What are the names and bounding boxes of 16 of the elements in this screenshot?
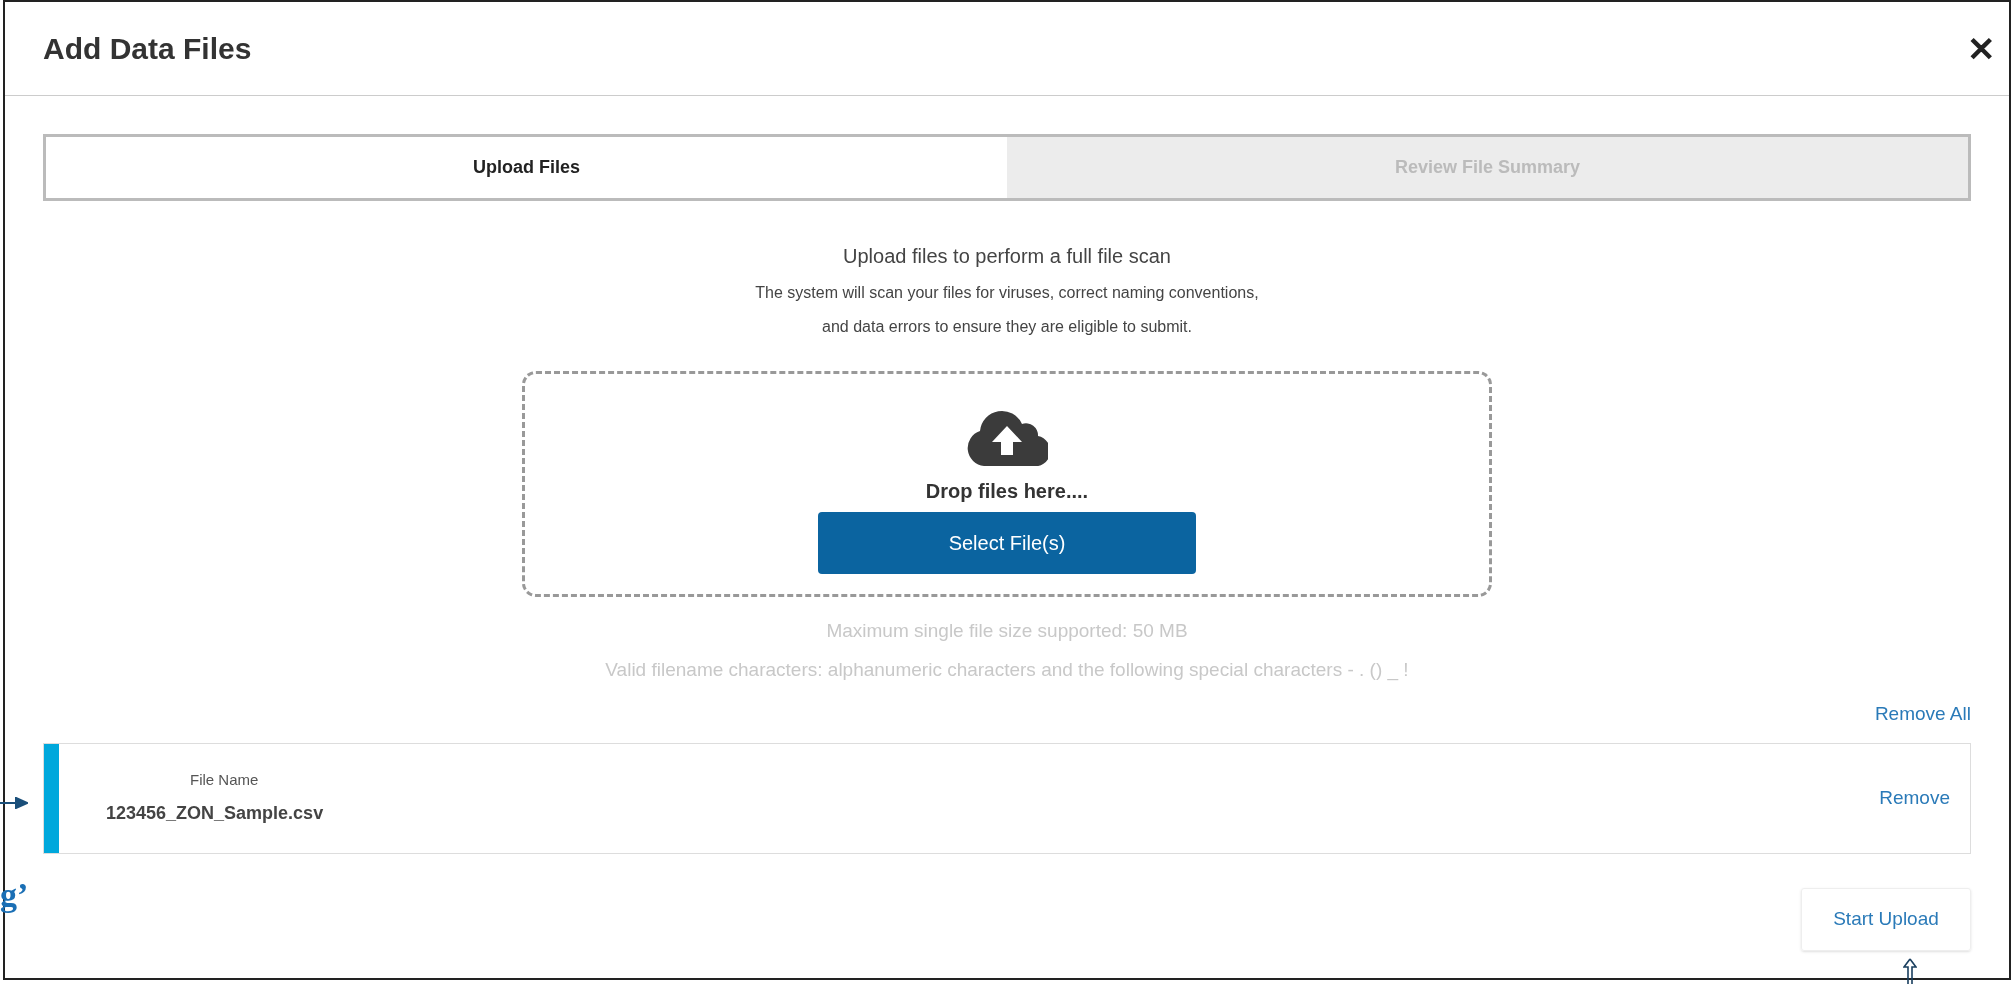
- select-files-button[interactable]: Select File(s): [818, 512, 1196, 574]
- dialog-title: Add Data Files: [43, 31, 252, 67]
- double-arrow-icon: [1903, 958, 1917, 984]
- intro-text: and data errors to ensure they are eligible to submit.: [822, 317, 1192, 337]
- remove-all-link[interactable]: Remove All: [1874, 700, 1971, 729]
- remove-link[interactable]: Remove: [1879, 783, 1950, 813]
- intro-heading: Upload files to perform a full file scan: [843, 244, 1171, 269]
- file-name: 123456_ZON_Sample.csv: [106, 801, 325, 825]
- close-button[interactable]: ✕: [1963, 31, 1999, 66]
- intro-text: The system will scan your files for viruses, correct naming conventions,: [755, 283, 1259, 303]
- drop-label: Drop files here....: [925, 479, 1089, 504]
- cloud-upload-icon: [966, 408, 1048, 466]
- drop-zone[interactable]: Drop files here.... Select File(s): [522, 371, 1492, 597]
- file-label: File Name: [189, 770, 260, 791]
- pointer-arrow: [0, 797, 28, 809]
- start-upload-button[interactable]: Start Upload: [1801, 887, 1971, 951]
